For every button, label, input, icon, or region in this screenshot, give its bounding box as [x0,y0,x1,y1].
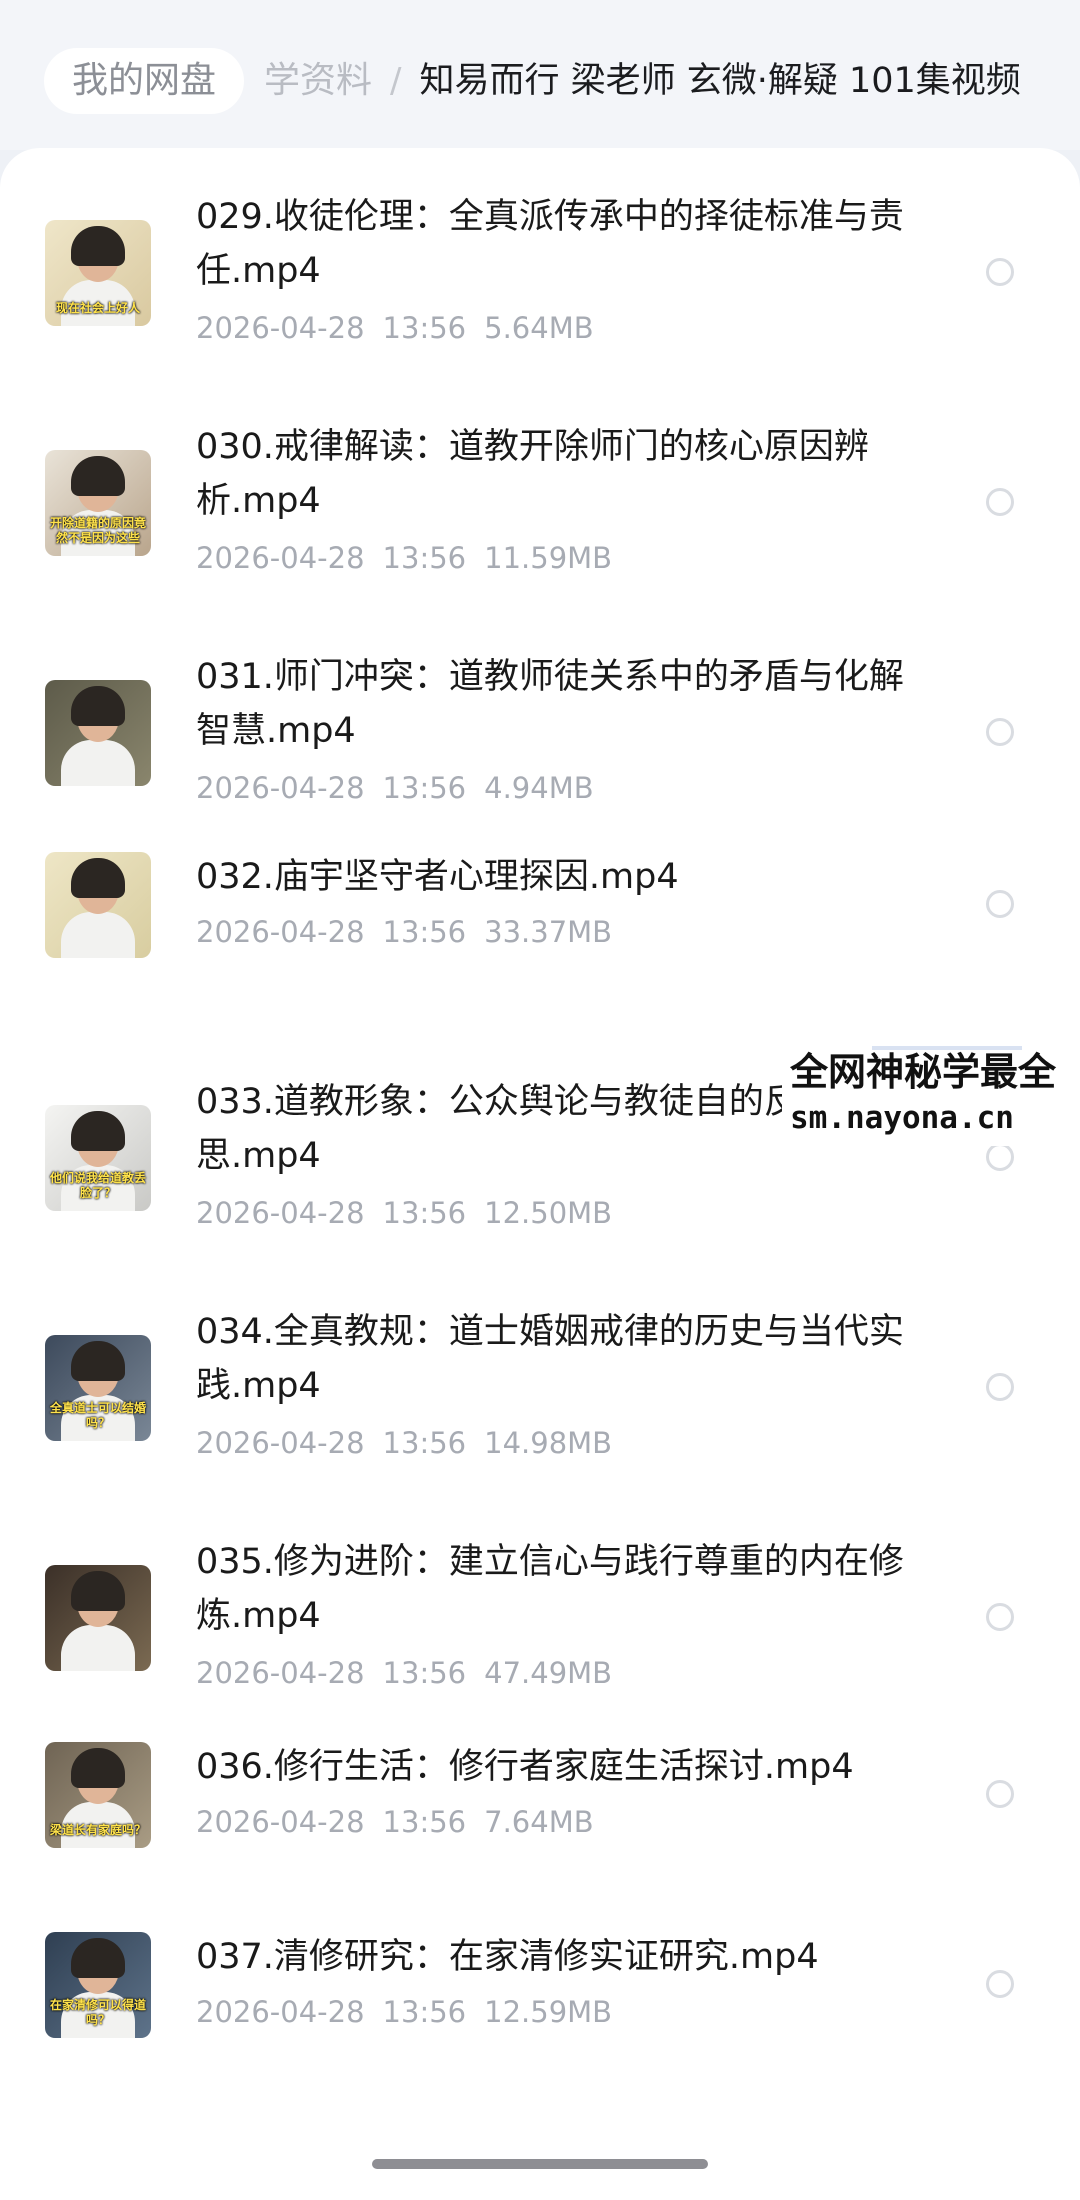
select-radio[interactable] [986,1780,1014,1808]
select-radio[interactable] [986,718,1014,746]
file-time: 13:56 [382,1995,467,2029]
file-name[interactable]: 031.师门冲突：道教师徒关系中的矛盾与化解智慧.mp4 [196,650,916,758]
select-radio[interactable] [986,1970,1014,1998]
watermark-text: 全网神秘学最全 [790,1050,1057,1094]
file-time: 13:56 [382,771,467,805]
file-name[interactable]: 035.修为进阶：建立信心与践行尊重的内在修炼.mp4 [196,1535,916,1643]
file-name[interactable]: 030.戒律解读：道教开除师门的核心原因辨析.mp4 [196,420,916,528]
breadcrumb-separator: / [390,61,402,101]
file-time: 13:56 [382,1656,467,1690]
video-thumbnail[interactable]: 在家清修可以得道吗？ [45,1932,151,2038]
file-time: 13:56 [382,311,467,345]
top-bar: 我的网盘 学资料 / 知易而行 梁老师 玄微·解疑 101集视频 [0,0,1080,150]
file-time: 13:56 [382,1426,467,1460]
video-thumbnail[interactable]: 梁道长有家庭吗？ [45,1742,151,1848]
thumbnail-caption: 梁道长有家庭吗？ [49,1823,146,1837]
file-size: 12.59MB [484,1995,613,2029]
file-name[interactable]: 036.修行生活：修行者家庭生活探讨.mp4 [196,1740,916,1794]
file-time: 13:56 [382,541,467,575]
video-thumbnail[interactable]: 现在社会上好人 [45,220,151,326]
file-meta: 2026-04-28 13:56 12.59MB [196,1992,612,2032]
breadcrumb-root[interactable]: 我的网盘 [44,48,245,114]
file-row[interactable]: 032.庙宇坚守者心理探因.mp4 2026-04-28 13:56 33.37MB [0,850,1080,960]
file-date: 2026-04-28 [196,915,365,949]
file-size: 4.94MB [484,771,594,805]
file-date: 2026-04-28 [196,1196,365,1230]
file-row[interactable]: 全真道士可以结婚吗？ 034.全真教规：道士婚姻戒律的历史与当代实践.mp4 202… [0,1305,1080,1465]
video-thumbnail[interactable]: 全真道士可以结婚吗？ [45,1335,151,1441]
file-meta: 2026-04-28 13:56 7.64MB [196,1802,594,1842]
select-radio[interactable] [986,890,1014,918]
file-size: 5.64MB [484,311,594,345]
thumbnail-caption: 开除道籍的原因竟然不是因为这些 [49,516,146,545]
file-meta: 2026-04-28 13:56 12.50MB [196,1193,612,1233]
watermark: 全网神秘学最全 sm.nayona.cn [782,1046,1078,1146]
file-date: 2026-04-28 [196,1995,365,2029]
video-thumbnail[interactable] [45,1565,151,1671]
file-size: 12.50MB [484,1196,613,1230]
file-row[interactable]: 在家清修可以得道吗？ 037.清修研究：在家清修实证研究.mp4 2026-04-2… [0,1930,1080,2040]
breadcrumb: 我的网盘 学资料 / 知易而行 梁老师 玄微·解疑 101集视频 [44,48,1021,114]
video-thumbnail[interactable]: 开除道籍的原因竟然不是因为这些 [45,450,151,556]
thumbnail-caption: 全真道士可以结婚吗？ [49,1401,146,1430]
file-meta: 2026-04-28 13:56 33.37MB [196,912,612,952]
file-size: 33.37MB [484,915,613,949]
file-meta: 2026-04-28 13:56 11.59MB [196,538,612,578]
file-time: 13:56 [382,915,467,949]
file-size: 11.59MB [484,541,613,575]
file-meta: 2026-04-28 13:56 14.98MB [196,1423,612,1463]
file-row[interactable]: 梁道长有家庭吗？ 036.修行生活：修行者家庭生活探讨.mp4 2026-04-28… [0,1740,1080,1850]
select-radio[interactable] [986,488,1014,516]
file-name[interactable]: 029.收徒伦理：全真派传承中的择徒标准与责任.mp4 [196,190,916,298]
file-date: 2026-04-28 [196,311,365,345]
file-date: 2026-04-28 [196,1426,365,1460]
file-date: 2026-04-28 [196,541,365,575]
breadcrumb-current-folder: 知易而行 梁老师 玄微·解疑 101集视频 [419,61,1021,101]
thumbnail-figure-body [61,740,135,786]
thumbnail-caption: 现在社会上好人 [55,301,140,315]
file-date: 2026-04-28 [196,1656,365,1690]
thumbnail-figure-body [61,1625,135,1671]
video-thumbnail[interactable]: 他们说我给道教丢脸了？ [45,1105,151,1211]
select-radio[interactable] [986,1143,1014,1171]
select-radio[interactable] [986,1603,1014,1631]
file-name[interactable]: 032.庙宇坚守者心理探因.mp4 [196,850,916,904]
file-size: 7.64MB [484,1805,594,1839]
file-meta: 2026-04-28 13:56 47.49MB [196,1653,612,1693]
video-thumbnail[interactable] [45,680,151,786]
thumbnail-figure-body [61,912,135,958]
file-size: 14.98MB [484,1426,613,1460]
video-thumbnail[interactable] [45,852,151,958]
file-time: 13:56 [382,1196,467,1230]
file-meta: 2026-04-28 13:56 5.64MB [196,308,594,348]
file-row[interactable]: 031.师门冲突：道教师徒关系中的矛盾与化解智慧.mp4 2026-04-28 13… [0,650,1080,810]
file-meta: 2026-04-28 13:56 4.94MB [196,768,594,808]
file-row[interactable]: 035.修为进阶：建立信心与践行尊重的内在修炼.mp4 2026-04-28 13:… [0,1535,1080,1695]
file-time: 13:56 [382,1805,467,1839]
home-indicator[interactable] [372,2159,708,2169]
select-radio[interactable] [986,258,1014,286]
select-radio[interactable] [986,1373,1014,1401]
file-row[interactable]: 开除道籍的原因竟然不是因为这些 030.戒律解读：道教开除师门的核心原因辨析.mp… [0,420,1080,580]
file-row[interactable]: 现在社会上好人 029.收徒伦理：全真派传承中的择徒标准与责任.mp4 2026-0… [0,190,1080,350]
file-date: 2026-04-28 [196,1805,365,1839]
thumbnail-caption: 在家清修可以得道吗？ [49,1998,146,2027]
file-name[interactable]: 037.清修研究：在家清修实证研究.mp4 [196,1930,916,1984]
thumbnail-caption: 他们说我给道教丢脸了？ [49,1171,146,1200]
breadcrumb-parent[interactable]: 学资料 [264,48,372,114]
file-date: 2026-04-28 [196,771,365,805]
watermark-url: sm.nayona.cn [790,1100,1014,1136]
file-size: 47.49MB [484,1656,613,1690]
file-name[interactable]: 034.全真教规：道士婚姻戒律的历史与当代实践.mp4 [196,1305,916,1413]
